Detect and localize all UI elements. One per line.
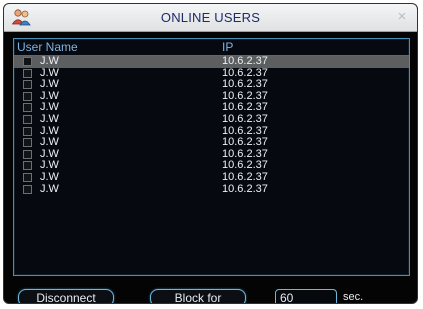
row-checkbox[interactable] [23,103,32,113]
ip-cell: 10.6.2.37 [222,112,268,125]
ip-cell: 10.6.2.37 [222,89,268,102]
block-seconds-input[interactable] [275,289,337,303]
user-name-cell: J.W [40,147,59,160]
ip-cell: 10.6.2.37 [222,66,268,79]
table-row[interactable]: J.W 10.6.2.37 [14,182,409,196]
user-name-cell: J.W [40,124,59,137]
ip-cell: 10.6.2.37 [222,170,268,183]
row-checkbox[interactable] [23,161,32,171]
row-checkbox[interactable] [23,126,32,136]
column-header-user-name[interactable]: User Name [17,40,78,54]
user-name-cell: J.W [40,170,59,183]
user-name-cell: J.W [40,112,59,125]
row-checkbox[interactable] [23,80,32,90]
online-users-list: User Name IP J.W 10.6.2.37 J.W 10.6.2.37 J.W… [13,38,410,276]
ip-cell: 10.6.2.37 [222,182,268,195]
ip-cell: 10.6.2.37 [222,136,268,149]
block-for-button[interactable]: Block for [150,289,246,303]
row-checkbox[interactable] [23,172,32,182]
row-checkbox[interactable] [23,138,32,148]
table-row[interactable]: J.W 10.6.2.37 [14,159,409,172]
row-checkbox[interactable] [23,114,32,124]
user-name-cell: J.W [40,159,59,172]
ip-cell: 10.6.2.37 [222,55,268,67]
ip-cell: 10.6.2.37 [222,101,268,114]
ip-cell: 10.6.2.37 [222,124,268,137]
user-name-cell: J.W [40,89,59,102]
row-checkbox[interactable] [23,91,32,101]
close-icon[interactable]: × [394,9,410,25]
table-row[interactable]: J.W 10.6.2.37 [14,66,409,80]
user-name-cell: J.W [40,78,59,91]
table-row[interactable]: J.W 10.6.2.37 [14,55,409,68]
user-name-cell: J.W [40,66,59,79]
table-row[interactable]: J.W 10.6.2.37 [14,170,409,184]
column-header-ip[interactable]: IP [222,40,233,54]
ip-cell: 10.6.2.37 [222,147,268,160]
disconnect-button[interactable]: Disconnect [18,289,114,303]
dialog-title: ONLINE USERS [160,10,261,25]
user-name-cell: J.W [40,55,59,67]
row-checkbox[interactable] [23,149,32,159]
user-rows: J.W 10.6.2.37 J.W 10.6.2.37 J.W 10.6.2.37 J.W 1… [14,55,409,196]
title-bar[interactable]: ONLINE USERS × [4,4,417,32]
table-row[interactable]: J.W 10.6.2.37 [14,147,409,161]
table-row[interactable]: J.W 10.6.2.37 [14,112,409,126]
user-name-cell: J.W [40,101,59,114]
row-checkbox[interactable] [23,184,32,194]
table-row[interactable]: J.W 10.6.2.37 [14,89,409,103]
row-checkbox[interactable] [23,68,32,78]
ip-cell: 10.6.2.37 [222,159,268,172]
user-name-cell: J.W [40,182,59,195]
list-header: User Name IP [14,39,409,56]
table-row[interactable]: J.W 10.6.2.37 [14,124,409,138]
table-row[interactable]: J.W 10.6.2.37 [14,78,409,91]
table-row[interactable]: J.W 10.6.2.37 [14,136,409,149]
seconds-label: sec. [343,291,364,303]
online-users-dialog: ONLINE USERS × User Name IP J.W 10.6.2.37… [3,3,418,304]
user-name-cell: J.W [40,136,59,149]
ip-cell: 10.6.2.37 [222,78,268,91]
table-row[interactable]: J.W 10.6.2.37 [14,101,409,114]
row-checkbox[interactable] [23,57,32,66]
